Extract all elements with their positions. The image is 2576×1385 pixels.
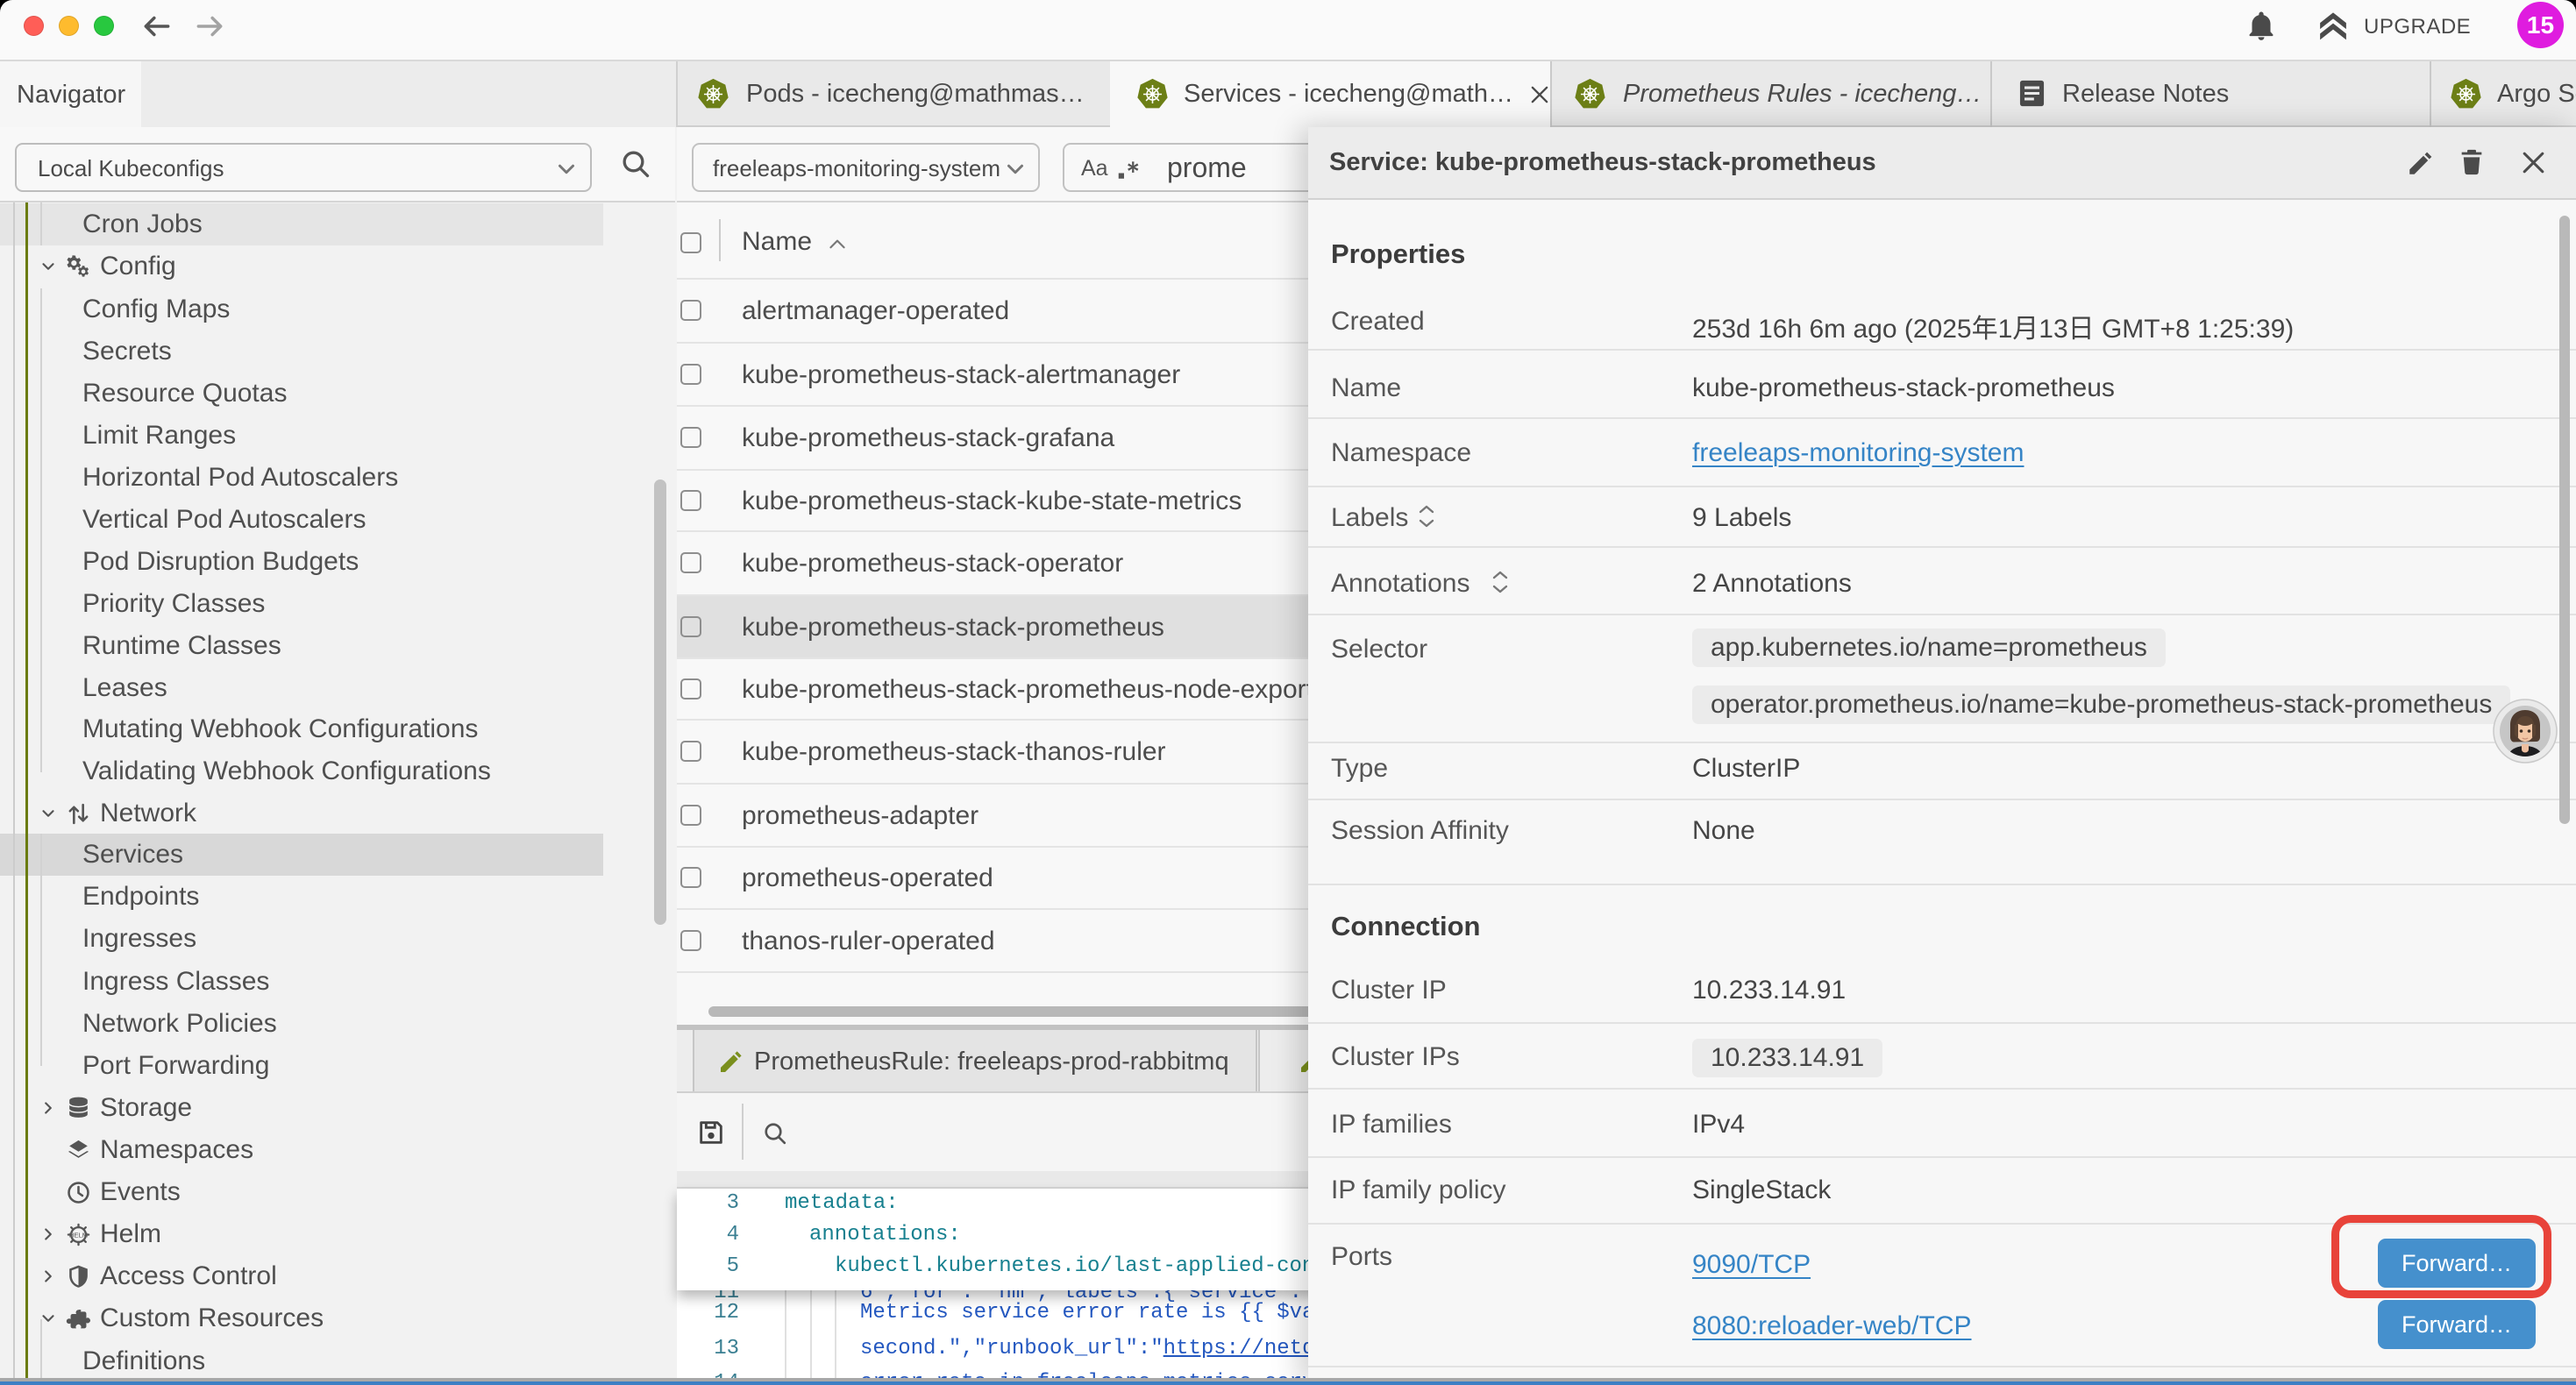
svg-text:HELM: HELM (69, 1231, 89, 1239)
